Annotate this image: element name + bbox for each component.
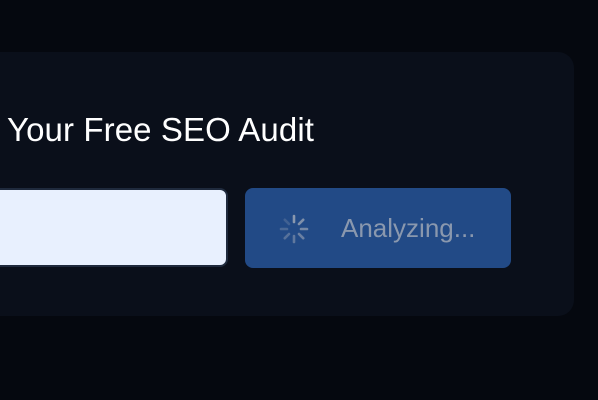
analyze-button-label: Analyzing...	[341, 213, 476, 243]
analyze-button[interactable]: Analyzing...	[245, 188, 511, 268]
audit-title: Your Free SEO Audit	[7, 111, 315, 148]
audit-card	[0, 52, 574, 316]
page: Your Free SEO Audit Analyzing...	[0, 0, 598, 400]
spinner-icon	[279, 214, 309, 244]
website-url-input[interactable]	[0, 188, 228, 267]
